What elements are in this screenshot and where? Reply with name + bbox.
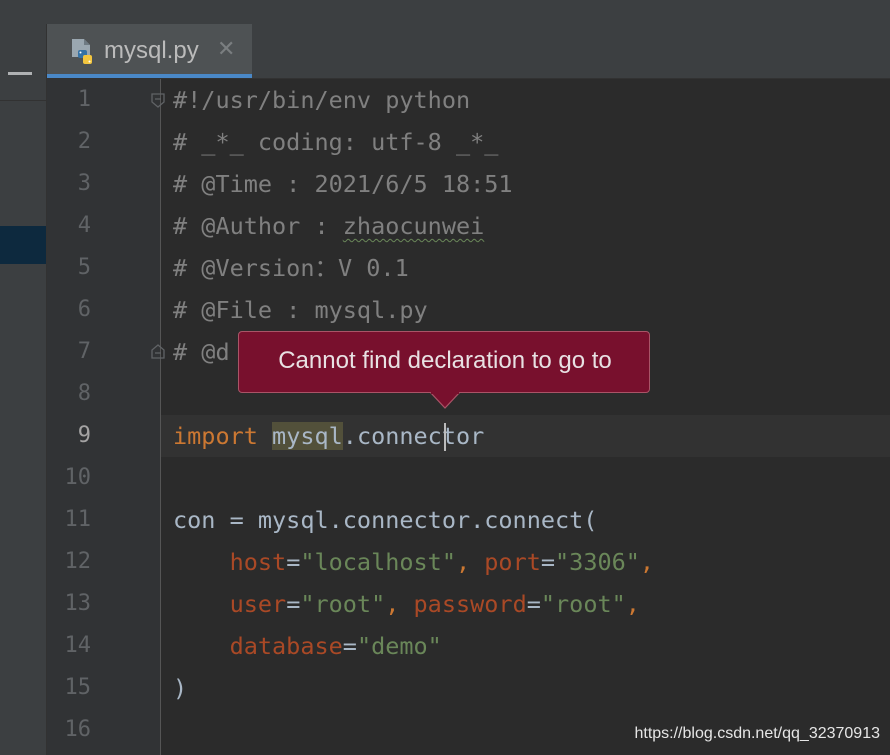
code-token: ,	[385, 590, 414, 618]
code-line: # @Version：V 0.1	[173, 247, 409, 289]
code-token: database	[229, 632, 343, 660]
line-number: 3	[77, 171, 91, 196]
code-line: # @File : mysql.py	[173, 289, 428, 331]
code-token: # @Author :	[173, 212, 343, 240]
line-number: 10	[64, 465, 92, 490]
editor-tab-bar: mysql.py ✕	[47, 24, 890, 79]
code-token: con = mysql.connector.connect(	[173, 506, 598, 534]
tooltip-pointer	[430, 392, 460, 409]
tab-mysql-py[interactable]: mysql.py ✕	[47, 24, 252, 78]
code-line: # @d	[173, 331, 230, 373]
code-token: )	[173, 674, 188, 702]
code-token: "root"	[300, 590, 386, 618]
line-number: 14	[64, 633, 92, 658]
highlighted-identifier: mysql	[272, 422, 343, 450]
code-token: host	[229, 548, 287, 576]
divider	[0, 100, 46, 101]
code-token: ,	[625, 590, 640, 618]
code-line: con = mysql.connector.connect(	[173, 499, 597, 541]
code-token: # @Version：V 0.1	[173, 254, 409, 282]
code-line: # @Time : 2021/6/5 18:51	[173, 163, 513, 205]
collapse-icon[interactable]	[8, 72, 32, 75]
python-file-icon	[72, 39, 92, 64]
tooltip-message: Cannot find declaration to go to	[278, 347, 612, 374]
code-token: zhaocunwei	[342, 212, 485, 240]
top-toolbar	[0, 0, 890, 25]
code-token: # @File : mysql.py	[173, 296, 428, 324]
tab-label: mysql.py	[104, 37, 199, 64]
line-number: 13	[64, 591, 92, 616]
code-token: # @Time : 2021/6/5 18:51	[173, 170, 513, 198]
code-line: user="root", password="root",	[173, 583, 640, 625]
code-line: # _*_ coding: utf-8 _*_	[173, 121, 498, 163]
code-token: =	[526, 590, 541, 618]
line-number: 4	[77, 213, 91, 238]
active-tab-indicator	[47, 74, 252, 78]
code-line: import mysql.connector	[173, 415, 484, 457]
code-token: # @d	[173, 338, 230, 366]
code-token: import	[173, 422, 258, 450]
line-number: 1	[77, 87, 91, 112]
code-token: "root"	[540, 590, 626, 618]
line-number: 15	[64, 675, 92, 700]
code-line: #!/usr/bin/env python	[173, 79, 470, 121]
code-token: "3306"	[555, 548, 640, 576]
line-number: 16	[64, 717, 92, 742]
code-token: # _*_ coding: utf-8 _*_	[173, 128, 499, 156]
fold-end-icon[interactable]	[150, 344, 166, 360]
code-token: port	[484, 548, 541, 576]
code-token: =	[286, 548, 301, 576]
code-token: ,	[455, 548, 485, 576]
code-token: =	[286, 590, 301, 618]
code-line: database="demo"	[173, 625, 442, 667]
line-number: 6	[77, 297, 91, 322]
code-line: )	[173, 667, 187, 709]
line-number: 12	[64, 549, 92, 574]
code-token: "localhost"	[300, 548, 456, 576]
line-number: 8	[77, 381, 91, 406]
code-token: =	[540, 548, 556, 576]
code-token: .connector	[342, 422, 485, 450]
line-number: 9	[77, 423, 91, 448]
project-tool-window-strip	[0, 24, 47, 755]
project-tree-selected-row[interactable]	[0, 226, 46, 264]
code-token: "demo"	[356, 632, 442, 660]
line-number: 11	[64, 507, 92, 532]
line-number: 5	[77, 255, 91, 280]
code-token: #!/usr/bin/env python	[173, 86, 471, 114]
line-number: 2	[77, 129, 91, 154]
text-caret	[444, 423, 446, 451]
code-token: user	[229, 590, 287, 618]
code-token: =	[342, 632, 357, 660]
watermark-text: https://blog.csdn.net/qq_32370913	[634, 725, 880, 742]
line-number: 7	[77, 339, 91, 364]
close-icon[interactable]: ✕	[217, 34, 235, 64]
code-token: ,	[639, 548, 655, 576]
error-tooltip: Cannot find declaration to go to	[238, 331, 650, 393]
fold-start-icon[interactable]	[150, 92, 166, 108]
code-line: # @Author : zhaocunwei	[173, 205, 484, 247]
code-line: host="localhost", port="3306",	[173, 541, 654, 583]
code-token: password	[413, 590, 527, 618]
